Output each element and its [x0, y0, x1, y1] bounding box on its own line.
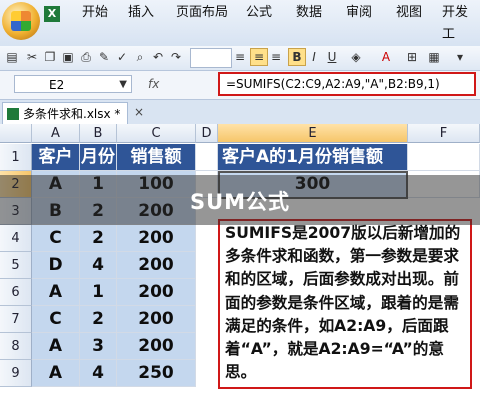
undo-icon[interactable]: ↶ [150, 49, 166, 65]
cell-a5[interactable]: D [32, 252, 80, 279]
redo-icon[interactable]: ↷ [168, 49, 184, 65]
select-all-corner[interactable] [0, 124, 32, 143]
banner-title: SUM公式 [189, 190, 291, 214]
cell-a6[interactable]: A [32, 279, 80, 306]
explanation-callout: SUMIFS是2007版以后新增加的多条件求和函数，第一参数是要求和的区域，后面… [218, 219, 472, 389]
cell-a9[interactable]: A [32, 360, 80, 387]
cell-c7[interactable]: 200 [117, 306, 196, 333]
cell-d1[interactable] [196, 144, 218, 171]
column-header-d[interactable]: D [196, 124, 218, 143]
name-box[interactable]: E2 ▼ [14, 75, 132, 93]
cell-a4[interactable]: C [32, 225, 80, 252]
row-header-1[interactable]: 1 [0, 144, 32, 171]
fill-color-icon[interactable]: ◈ [348, 49, 364, 65]
bold-icon[interactable]: B [288, 48, 306, 66]
column-header-b[interactable]: B [80, 124, 117, 143]
formula-input[interactable]: =SUMIFS(C2:C9,A2:A9,"A",B2:B9,1) [218, 72, 476, 96]
cell-e1[interactable]: 客户A的1月份销售额 [218, 144, 408, 171]
print-icon[interactable]: ⎙ [78, 49, 94, 65]
ribbon-tab-bar: X 开始 插入 页面布局 公式 数据 审阅 视图 开发工 [0, 0, 480, 46]
cell-c6[interactable]: 200 [117, 279, 196, 306]
paste-icon[interactable]: ▤ [4, 49, 20, 65]
tab-home[interactable]: 开始 [82, 2, 108, 24]
close-icon[interactable]: × [134, 105, 144, 119]
document-tab-label: 多条件求和.xlsx * [23, 107, 121, 121]
tab-review[interactable]: 审阅 [346, 2, 372, 24]
font-name-dropdown[interactable] [190, 48, 232, 68]
excel-icon[interactable]: X [44, 6, 60, 22]
cell-a1[interactable]: 客户 [32, 144, 80, 171]
save-icon[interactable]: ▣ [60, 49, 76, 65]
row-header-8[interactable]: 8 [0, 333, 32, 360]
align-right-icon[interactable]: ≡ [268, 49, 284, 65]
column-header-a[interactable]: A [32, 124, 80, 143]
cell-b9[interactable]: 4 [80, 360, 117, 387]
tab-insert[interactable]: 插入 [128, 2, 154, 24]
cell-b8[interactable]: 3 [80, 333, 117, 360]
preview-icon[interactable]: ⌕ [132, 49, 148, 65]
cell-b7[interactable]: 2 [80, 306, 117, 333]
cell-c4[interactable]: 200 [117, 225, 196, 252]
office-button[interactable] [2, 2, 40, 40]
tab-developer[interactable]: 开发工 [442, 2, 480, 42]
quick-toolbar: ▤ ✂ ❐ ▣ ⎙ ✎ ✓ ⌕ ↶ ↷ ≡ ≡ ≡ B I U ◈ A ⊞ ▦ … [0, 46, 480, 71]
cell-b5[interactable]: 4 [80, 252, 117, 279]
chevron-down-icon[interactable]: ▼ [119, 76, 127, 94]
tab-data[interactable]: 数据 [296, 2, 322, 24]
tab-view[interactable]: 视图 [396, 2, 422, 24]
document-tab-bar: 多条件求和.xlsx * × [0, 100, 480, 125]
cell-a7[interactable]: C [32, 306, 80, 333]
cell-b4[interactable]: 2 [80, 225, 117, 252]
spreadsheet-grid: A B C D E F 1 2 3 4 5 6 7 8 9 客户 月份 销售额 … [0, 124, 480, 400]
row-header-7[interactable]: 7 [0, 306, 32, 333]
cell-f1[interactable] [408, 144, 480, 171]
cell-a8[interactable]: A [32, 333, 80, 360]
spelling-icon[interactable]: ✓ [114, 49, 130, 65]
document-tab[interactable]: 多条件求和.xlsx * [2, 102, 128, 125]
more-icon[interactable]: ▾ [452, 49, 468, 65]
underline-icon[interactable]: U [324, 49, 340, 65]
column-header-f[interactable]: F [408, 124, 480, 143]
row-header-5[interactable]: 5 [0, 252, 32, 279]
row-header-6[interactable]: 6 [0, 279, 32, 306]
column-header-c[interactable]: C [117, 124, 196, 143]
align-left-icon[interactable]: ≡ [232, 49, 248, 65]
fx-icon[interactable]: fx [148, 77, 159, 91]
merge-icon[interactable]: ⊞ [404, 49, 420, 65]
row-header-4[interactable]: 4 [0, 225, 32, 252]
cell-b1[interactable]: 月份 [80, 144, 117, 171]
cell-c8[interactable]: 200 [117, 333, 196, 360]
borders-icon[interactable]: ▦ [426, 49, 442, 65]
workbook-icon [7, 108, 19, 120]
row-header-9[interactable]: 9 [0, 360, 32, 387]
cell-b6[interactable]: 1 [80, 279, 117, 306]
copy-icon[interactable]: ❐ [42, 49, 58, 65]
tab-formulas[interactable]: 公式 [246, 2, 272, 24]
align-center-icon[interactable]: ≡ [250, 48, 268, 66]
cell-c9[interactable]: 250 [117, 360, 196, 387]
cut-icon[interactable]: ✂ [24, 49, 40, 65]
tab-page-layout[interactable]: 页面布局 [176, 2, 228, 24]
cell-c1[interactable]: 销售额 [117, 144, 196, 171]
italic-icon[interactable]: I [306, 49, 322, 65]
column-header-e[interactable]: E [218, 124, 408, 143]
name-box-value: E2 [49, 78, 65, 92]
cell-c5[interactable]: 200 [117, 252, 196, 279]
formula-bar: E2 ▼ fx =SUMIFS(C2:C9,A2:A9,"A",B2:B9,1) [0, 71, 480, 100]
format-painter-icon[interactable]: ✎ [96, 49, 112, 65]
font-color-icon[interactable]: A [378, 49, 394, 65]
